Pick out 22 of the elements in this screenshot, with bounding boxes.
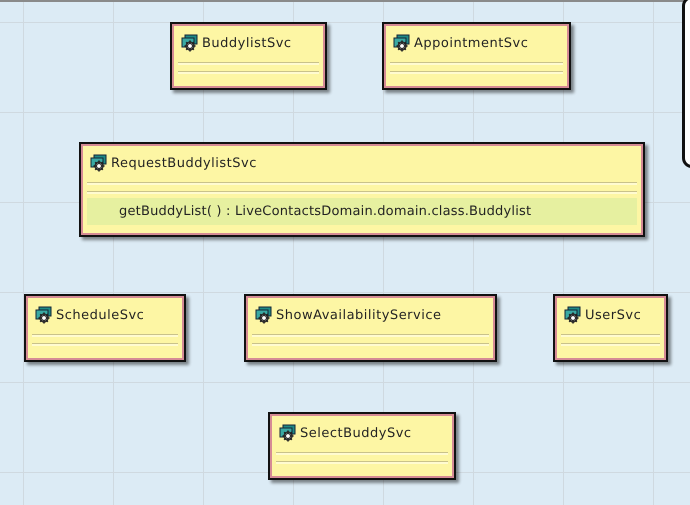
gear-component-icon — [278, 424, 298, 442]
class-node[interactable]: ScheduleSvc — [24, 294, 186, 362]
class-name: UserSvc — [585, 308, 642, 322]
class-node[interactable]: ShowAvailabilityService — [244, 294, 497, 362]
class-node[interactable]: RequestBuddylistSvc getBuddyList( ) : LiveContactsDomain.domain.class.Buddylist — [79, 142, 645, 237]
class-node[interactable]: BuddylistSvc — [170, 22, 327, 90]
gear-component-icon — [563, 306, 583, 324]
class-name: BuddylistSvc — [202, 36, 292, 50]
operation-row: getBuddyList( ) : LiveContactsDomain.domain.class.Buddylist — [87, 198, 637, 225]
gear-component-icon — [392, 34, 412, 52]
class-node[interactable]: UserSvc — [553, 294, 668, 362]
class-node[interactable]: SelectBuddySvc — [268, 412, 456, 480]
class-name: ScheduleSvc — [56, 308, 144, 322]
class-name: ShowAvailabilityService — [276, 308, 442, 322]
gear-component-icon — [180, 34, 200, 52]
gear-component-icon — [89, 154, 109, 172]
gear-component-icon — [34, 306, 54, 324]
class-name: AppointmentSvc — [414, 36, 528, 50]
class-name: RequestBuddylistSvc — [111, 156, 257, 170]
gear-component-icon — [254, 306, 274, 324]
class-name: SelectBuddySvc — [300, 426, 412, 440]
class-node[interactable]: AppointmentSvc — [382, 22, 571, 90]
